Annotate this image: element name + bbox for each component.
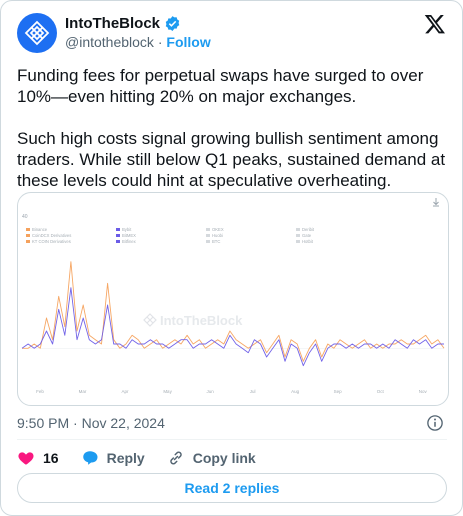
- legend-label: Huobi: [212, 233, 223, 238]
- link-icon: [169, 451, 182, 465]
- legend-label: BitMEX: [122, 233, 136, 238]
- chart-image[interactable]: 40 Binance Bybit OKEX Deribit CoinDCX Deriva…: [17, 192, 449, 406]
- heart-icon: [18, 452, 34, 465]
- chart-watermark: IntoTheBlock: [143, 313, 243, 328]
- x-tick-label: Aug: [291, 389, 300, 394]
- author-handle[interactable]: @intotheblock: [65, 34, 154, 50]
- legend-swatch: [296, 240, 300, 243]
- author-name[interactable]: IntoTheBlock: [65, 15, 160, 32]
- avatar[interactable]: [17, 13, 57, 53]
- legend-label: Binance: [32, 227, 48, 232]
- legend-label: KT COIN Derivatives: [32, 239, 71, 244]
- x-tick-label: Sep: [334, 389, 343, 394]
- watermark-text: IntoTheBlock: [160, 313, 243, 328]
- legend-label: Gate: [302, 233, 312, 238]
- legend-swatch: [116, 240, 120, 243]
- read-replies-button[interactable]: Read 2 replies: [17, 473, 447, 503]
- reply-bubble-icon: [82, 451, 98, 465]
- post-timestamp[interactable]: 9:50 PM · Nov 22, 2024: [17, 415, 165, 431]
- legend-label: Bybit: [122, 227, 132, 232]
- download-icon[interactable]: [433, 198, 439, 207]
- reply-button[interactable]: Reply: [81, 449, 145, 467]
- legend-swatch: [116, 228, 120, 231]
- author-handle-row: @intotheblock · Follow: [65, 34, 211, 50]
- legend-label: OKEX: [212, 227, 224, 232]
- x-tick-label: Mar: [79, 389, 87, 394]
- like-button[interactable]: 16: [17, 449, 59, 467]
- divider: [17, 439, 447, 440]
- intotheblock-logo-icon: [24, 20, 50, 46]
- verified-badge-icon: [165, 16, 180, 31]
- x-tick-label: Jun: [206, 389, 214, 394]
- x-tick-label: May: [163, 389, 172, 394]
- y-axis-label: 40: [22, 214, 28, 220]
- legend-swatch: [206, 240, 210, 243]
- x-tick-label: Apr: [122, 389, 130, 394]
- legend-label: Bitfinex: [122, 239, 137, 244]
- reply-label: Reply: [106, 450, 145, 466]
- author-name-row[interactable]: IntoTheBlock: [65, 15, 181, 32]
- legend-label: BTC: [212, 239, 220, 244]
- legend-swatch: [26, 234, 30, 237]
- copy-link-button[interactable]: Copy link: [167, 449, 256, 467]
- legend-swatch: [296, 234, 300, 237]
- action-bar: 16 Reply Copy link: [17, 449, 278, 467]
- like-count: 16: [43, 450, 59, 466]
- legend-swatch: [206, 234, 210, 237]
- series-line-binance: [22, 261, 445, 362]
- funding-fees-chart: 40 Binance Bybit OKEX Deribit CoinDCX Deriva…: [21, 198, 445, 394]
- legend-swatch: [296, 228, 300, 231]
- legend-swatch: [26, 240, 30, 243]
- legend-swatch: [206, 228, 210, 231]
- x-tick-label: Nov: [419, 389, 428, 394]
- tweet-card: IntoTheBlock @intotheblock · Follow Fund…: [0, 0, 463, 516]
- legend-swatch: [26, 228, 30, 231]
- post-text: Funding fees for perpetual swaps have su…: [17, 66, 446, 190]
- read-replies-label: Read 2 replies: [184, 480, 280, 496]
- copy-link-label: Copy link: [192, 450, 256, 466]
- legend-swatch: [116, 234, 120, 237]
- follow-button[interactable]: Follow: [166, 34, 210, 50]
- legend-label: CoinDCX Derivatives: [32, 233, 71, 238]
- legend-label: Hotbit: [302, 239, 314, 244]
- info-icon[interactable]: [426, 414, 444, 432]
- chart-legend: Binance Bybit OKEX Deribit CoinDCX Derivativ…: [26, 227, 315, 244]
- x-tick-label: Jul: [250, 389, 256, 394]
- x-tick-label: Oct: [377, 389, 385, 394]
- x-axis: Feb Mar Apr May Jun Jul Aug Sep Oct Nov: [36, 389, 427, 394]
- x-logo-icon[interactable]: [424, 13, 446, 35]
- x-tick-label: Feb: [36, 389, 44, 394]
- legend-label: Deribit: [302, 227, 315, 232]
